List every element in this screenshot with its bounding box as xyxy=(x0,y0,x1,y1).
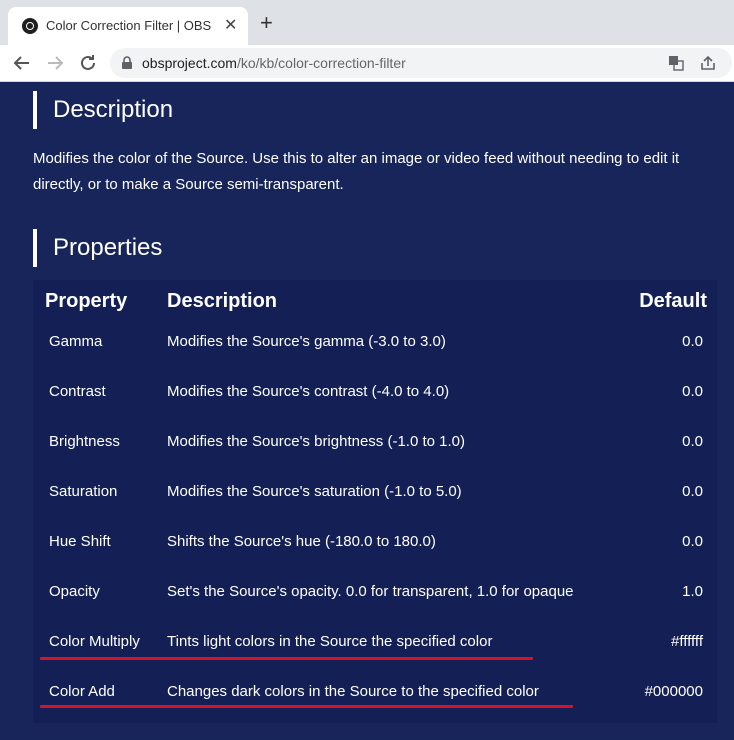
default-cell: 1.0 xyxy=(682,583,703,600)
page-content: Description Modifies the color of the So… xyxy=(0,82,734,740)
property-cell: Contrast xyxy=(49,383,106,400)
property-cell: Brightness xyxy=(49,433,120,450)
table-row: Opacity Set's the Source's opacity. 0.0 … xyxy=(33,567,717,617)
obs-favicon-icon xyxy=(22,18,38,34)
address-bar[interactable]: obsproject.com/ko/kb/color-correction-fi… xyxy=(110,48,732,78)
browser-tab[interactable]: Color Correction Filter | OBS ✕ xyxy=(8,7,248,45)
description-text: Modifies the color of the Source. Use th… xyxy=(33,150,680,193)
default-cell: 0.0 xyxy=(682,433,703,450)
table-row: Gamma Modifies the Source's gamma (-3.0 … xyxy=(33,317,717,367)
column-header-default: Default xyxy=(639,290,707,312)
property-cell: Color Add xyxy=(49,683,115,700)
description-cell: Set's the Source's opacity. 0.0 for tran… xyxy=(167,583,574,600)
browser-tab-bar: Color Correction Filter | OBS ✕ + xyxy=(0,0,734,45)
browser-toolbar: obsproject.com/ko/kb/color-correction-fi… xyxy=(0,45,734,82)
back-arrow-icon[interactable] xyxy=(10,51,34,75)
column-header-property: Property xyxy=(45,290,128,312)
properties-heading: Properties xyxy=(33,229,162,267)
property-cell: Hue Shift xyxy=(49,533,111,550)
property-cell: Saturation xyxy=(49,483,118,500)
reload-icon[interactable] xyxy=(76,51,100,75)
default-cell: 0.0 xyxy=(682,333,703,350)
tab-close-icon[interactable]: ✕ xyxy=(224,16,237,36)
default-cell: #000000 xyxy=(644,683,703,700)
share-icon[interactable] xyxy=(698,53,718,73)
translate-icon[interactable] xyxy=(666,53,686,73)
table-row: Contrast Modifies the Source's contrast … xyxy=(33,367,717,417)
url-path: /ko/kb/color-correction-filter xyxy=(236,55,406,71)
description-cell: Shifts the Source's hue (-180.0 to 180.0… xyxy=(167,533,436,550)
description-heading: Description xyxy=(33,91,173,129)
default-cell: 0.0 xyxy=(682,383,703,400)
description-cell: Changes dark colors in the Source to the… xyxy=(167,683,539,700)
column-header-description: Description xyxy=(167,290,278,312)
description-cell: Modifies the Source's brightness (-1.0 t… xyxy=(167,433,466,450)
property-cell: Opacity xyxy=(49,583,100,600)
forward-arrow-icon[interactable] xyxy=(43,51,67,75)
tab-title: Color Correction Filter | OBS xyxy=(46,18,212,33)
property-cell: Gamma xyxy=(49,333,103,350)
url-text: obsproject.com/ko/kb/color-correction-fi… xyxy=(142,55,406,71)
default-cell: 0.0 xyxy=(682,483,703,500)
properties-table: Property Description Default Gamma Modif… xyxy=(33,280,717,723)
description-cell: Modifies the Source's gamma (-3.0 to 3.0… xyxy=(167,333,446,350)
url-host: obsproject.com xyxy=(142,55,237,71)
table-row: Hue Shift Shifts the Source's hue (-180.… xyxy=(33,517,717,567)
description-cell: Modifies the Source's saturation (-1.0 t… xyxy=(167,483,462,500)
annotation-underline xyxy=(40,705,573,708)
table-row: Saturation Modifies the Source's saturat… xyxy=(33,467,717,517)
description-cell: Modifies the Source's contrast (-4.0 to … xyxy=(167,383,450,400)
lock-icon xyxy=(120,56,134,70)
table-row: Color Add Changes dark colors in the Sou… xyxy=(33,667,717,717)
annotation-underline xyxy=(40,657,533,660)
new-tab-button[interactable]: + xyxy=(260,12,273,34)
default-cell: #ffffff xyxy=(671,633,703,650)
default-cell: 0.0 xyxy=(682,533,703,550)
table-row: Brightness Modifies the Source's brightn… xyxy=(33,417,717,467)
